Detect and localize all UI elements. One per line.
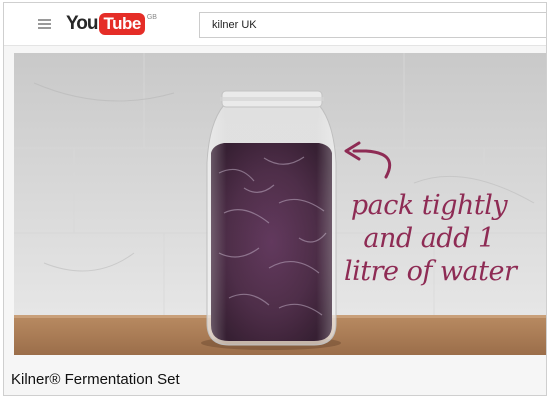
logo-you-text: You [66,13,99,34]
youtube-logo[interactable]: You Tube GB [66,12,157,36]
video-title[interactable]: Kilner® Fermentation Set [11,371,180,388]
video-player[interactable]: pack tightly and add 1 litre of water [14,53,546,355]
video-caption: pack tightly and add 1 litre of water [344,189,517,288]
logo-tube-text: Tube [99,13,145,35]
caption-line-3: litre of water [344,256,517,287]
caption-line-2: and add 1 [363,223,495,254]
top-bar: You Tube GB kilner UK [4,3,546,46]
youtube-window: You Tube GB kilner UK pack tightly and a… [3,2,547,396]
search-input[interactable]: kilner UK [199,12,546,38]
menu-icon[interactable] [38,19,51,29]
caption-line-1: pack tightly [350,190,508,221]
logo-region-text: GB [146,14,157,21]
